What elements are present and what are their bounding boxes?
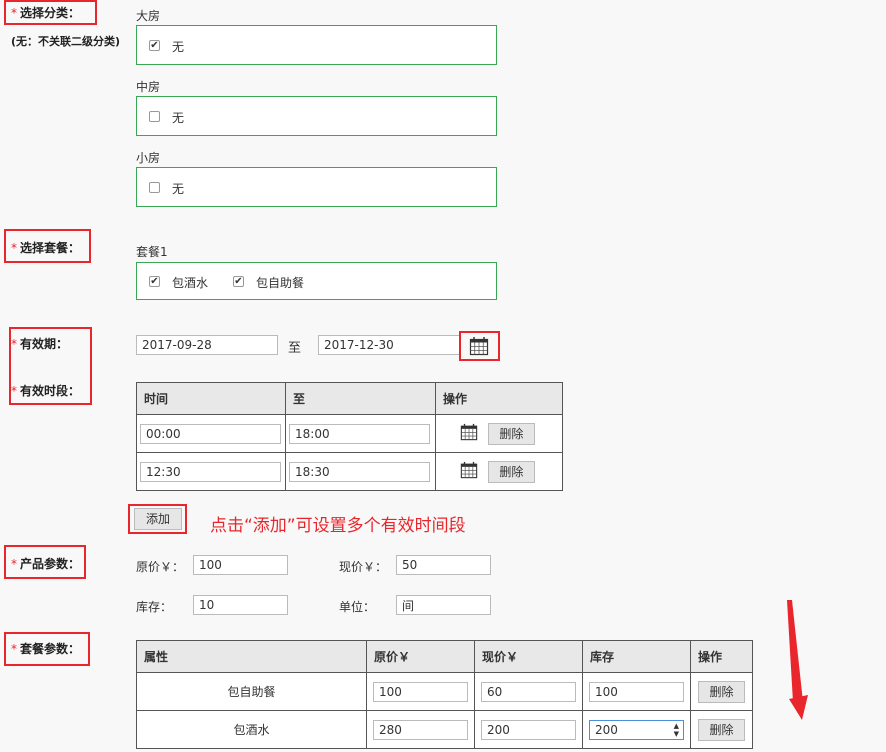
column-header: 现价￥ (474, 640, 583, 673)
validity-label: * 有效期： (11, 337, 69, 351)
calendar-icon[interactable] (460, 461, 478, 482)
category-option-label: 无 (172, 111, 185, 125)
package-name: 套餐1 (136, 245, 168, 259)
delete-button[interactable]: 删除 (698, 680, 745, 703)
column-header: 库存 (582, 640, 691, 673)
category-option-label: 无 (172, 182, 185, 196)
category-group-box: 无 (136, 167, 497, 207)
unit-input[interactable] (396, 595, 491, 615)
column-header: 至 (285, 382, 436, 415)
time-end-input[interactable] (289, 423, 430, 444)
stock-input[interactable] (589, 681, 684, 702)
attribute-cell: 包自助餐 (136, 672, 367, 711)
category-checkbox[interactable] (149, 182, 160, 193)
column-header: 原价￥ (366, 640, 475, 673)
add-button[interactable]: 添加 (134, 508, 182, 530)
unit-label: 单位： (339, 600, 376, 614)
table-row: 包酒水 200 ▲▼ 删除 (136, 710, 753, 749)
package-group-box: ✔ 包酒水 ✔ 包自助餐 (136, 262, 497, 300)
attribute-cell: 包酒水 (136, 710, 367, 749)
current-price-input[interactable] (481, 681, 576, 702)
category-group-label: 大房 (136, 9, 161, 23)
stock-stepper[interactable]: 200 ▲ ▼ (589, 719, 684, 740)
package-item-label: 包自助餐 (256, 276, 305, 290)
original-price-input[interactable] (373, 681, 468, 702)
annotation-text: 点击“添加”可设置多个有效时间段 (210, 516, 466, 536)
current-price-input[interactable] (396, 555, 491, 575)
category-checkbox[interactable] (149, 111, 160, 122)
validity-end-input[interactable] (318, 335, 460, 355)
validity-start-input[interactable] (136, 335, 278, 355)
category-group-box: 无 (136, 96, 497, 136)
delete-button[interactable]: 删除 (487, 422, 535, 445)
original-price-input[interactable] (193, 555, 288, 575)
category-checkbox[interactable]: ✔ (149, 40, 160, 51)
time-slots-label: * 有效时段： (11, 384, 81, 398)
category-label: * 选择分类： (11, 6, 81, 20)
column-header: 操作 (690, 640, 753, 673)
original-price-input[interactable] (373, 719, 468, 740)
package-item-checkbox[interactable]: ✔ (149, 276, 160, 287)
package-params-label: * 套餐参数： (11, 642, 81, 656)
package-label: * 选择套餐： (11, 241, 81, 255)
category-option-label: 无 (172, 40, 185, 54)
current-price-label: 现价￥： (339, 560, 388, 574)
table-row: 包自助餐 删除 (136, 672, 753, 711)
time-start-input[interactable] (140, 423, 281, 444)
product-params-label: * 产品参数： (11, 557, 81, 571)
package-item-checkbox[interactable]: ✔ (233, 276, 244, 287)
table-row: 删除 (136, 452, 563, 491)
original-price-label: 原价￥： (136, 560, 185, 574)
delete-button[interactable]: 删除 (698, 718, 745, 741)
stock-input[interactable] (193, 595, 288, 615)
stock-stepper-value: 200 (595, 722, 618, 737)
column-header: 操作 (435, 382, 563, 415)
category-group-label: 小房 (136, 151, 161, 165)
scroll-arrow-icon (785, 598, 811, 727)
stock-label: 库存： (136, 600, 173, 614)
time-slot-table: 时间 至 操作 删除 (136, 382, 563, 491)
validity-to-label: 至 (288, 341, 302, 356)
spinner-arrows-icon[interactable]: ▲ ▼ (674, 722, 679, 738)
category-note: (无：不关联二级分类) (11, 35, 121, 48)
calendar-icon[interactable] (469, 336, 489, 359)
column-header: 属性 (136, 640, 367, 673)
table-row: 删除 (136, 414, 563, 453)
package-params-table: 属性 原价￥ 现价￥ 库存 操作 包自助餐 删除 包酒水 200 ▲▼ 删除 (136, 640, 753, 749)
time-start-input[interactable] (140, 461, 281, 482)
category-group-box: ✔ 无 (136, 25, 497, 65)
current-price-input[interactable] (481, 719, 576, 740)
calendar-icon[interactable] (460, 423, 478, 444)
time-end-input[interactable] (289, 461, 430, 482)
column-header: 时间 (136, 382, 286, 415)
package-item-label: 包酒水 (172, 276, 209, 290)
delete-button[interactable]: 删除 (487, 460, 535, 483)
category-group-label: 中房 (136, 80, 161, 94)
